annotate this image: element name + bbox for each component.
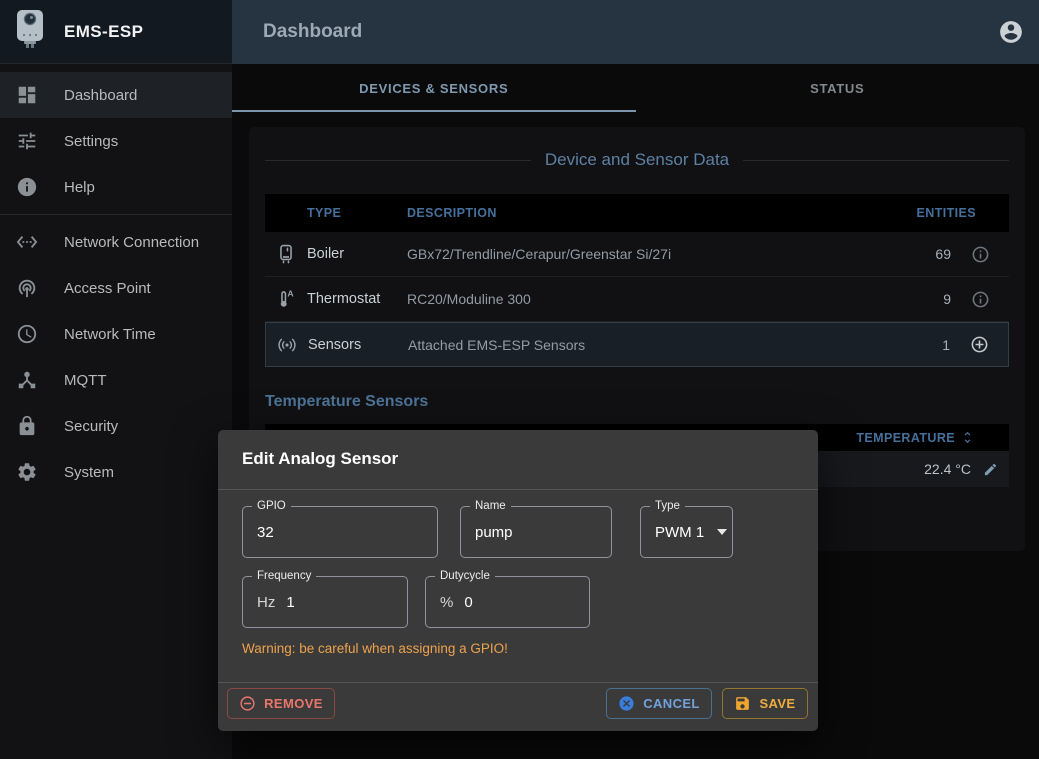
table-row-sensors[interactable]: Sensors Attached EMS-ESP Sensors 1 [265, 322, 1009, 367]
frequency-field[interactable]: Frequency Hz 1 [242, 576, 408, 628]
clock-icon [15, 322, 39, 346]
sidebar-header: EMS-ESP [0, 0, 232, 64]
account-circle-icon[interactable] [998, 19, 1024, 45]
sidebar-item-security[interactable]: Security [0, 403, 232, 449]
dialog-title: Edit Analog Sensor [242, 449, 398, 469]
dialog-footer-divider [218, 682, 818, 683]
sidebar-item-network-connection[interactable]: Network Connection [0, 219, 232, 265]
gpio-warning-text: Warning: be careful when assigning a GPI… [242, 641, 508, 656]
device-type: Boiler [307, 246, 407, 262]
edit-analog-sensor-dialog: Edit Analog Sensor GPIO 32 Name pump Typ… [218, 430, 818, 731]
device-table: TYPE DESCRIPTION ENTITIES Boiler GB [265, 194, 1009, 367]
device-description: GBx72/Trendline/Cerapur/Greenstar Si/27i [407, 246, 891, 262]
sidebar-divider [0, 214, 232, 215]
tab-devices-sensors[interactable]: DEVICES & SENSORS [232, 64, 636, 112]
section-title-text: Device and Sensor Data [545, 150, 729, 170]
device-entities-count: 9 [891, 291, 951, 307]
lock-icon [15, 414, 39, 438]
temperature-value: 22.4 °C [924, 461, 971, 477]
type-select[interactable]: Type PWM 1 [640, 506, 733, 558]
name-field[interactable]: Name pump [460, 506, 612, 558]
ems-esp-logo-icon [13, 9, 47, 54]
info-icon[interactable] [951, 245, 1009, 264]
device-description: Attached EMS-ESP Sensors [408, 337, 890, 353]
temperature-header-label: TEMPERATURE [856, 431, 955, 445]
sensors-icon [266, 334, 308, 356]
remove-circle-icon [239, 695, 256, 712]
gpio-field-value: 32 [257, 524, 274, 541]
sidebar-item-label: Settings [64, 133, 118, 150]
type-select-value: PWM 1 [655, 524, 704, 541]
frequency-field-value: 1 [286, 594, 294, 611]
device-description: RC20/Moduline 300 [407, 291, 891, 307]
save-button[interactable]: SAVE [722, 688, 808, 719]
sidebar-item-help[interactable]: Help [0, 164, 232, 210]
temperature-sensors-heading: Temperature Sensors [265, 393, 428, 411]
remove-button-label: REMOVE [264, 696, 323, 711]
sidebar-item-network-time[interactable]: Network Time [0, 311, 232, 357]
appbar: Dashboard [232, 0, 1039, 64]
remove-button[interactable]: REMOVE [227, 688, 335, 719]
device-table-header: TYPE DESCRIPTION ENTITIES [265, 194, 1009, 232]
device-entities-count: 69 [891, 246, 951, 262]
page-title: Dashboard [263, 21, 362, 43]
sidebar: EMS-ESP Dashboard Settings Help [0, 0, 232, 759]
tab-status[interactable]: STATUS [636, 64, 1039, 112]
ems-esp-app: EMS-ESP Dashboard Settings Help [0, 0, 1039, 759]
sidebar-item-label: Dashboard [64, 87, 137, 104]
svg-text:A: A [287, 289, 294, 299]
add-circle-icon[interactable] [950, 335, 1008, 354]
col-header-description: DESCRIPTION [407, 206, 891, 220]
device-type: Sensors [308, 337, 408, 353]
sort-icon [960, 430, 975, 445]
sidebar-item-label: Network Connection [64, 234, 199, 251]
sidebar-item-label: System [64, 464, 114, 481]
chevron-down-icon [717, 529, 727, 535]
table-row-boiler[interactable]: Boiler GBx72/Trendline/Cerapur/Greenstar… [265, 232, 1009, 277]
cancel-button-label: CANCEL [643, 696, 700, 711]
frequency-unit-adornment: Hz [257, 594, 275, 611]
thermostat-auto-icon: A [265, 288, 307, 310]
sidebar-item-label: Access Point [64, 280, 151, 297]
sidebar-item-mqtt[interactable]: MQTT [0, 357, 232, 403]
wifi-tethering-icon [15, 276, 39, 300]
info-icon [15, 175, 39, 199]
app-title: EMS-ESP [64, 22, 143, 42]
name-field-value: pump [475, 524, 513, 541]
device-type: Thermostat [307, 291, 407, 307]
sidebar-item-access-point[interactable]: Access Point [0, 265, 232, 311]
sidebar-nav: Dashboard Settings Help Network Connecti [0, 64, 232, 495]
table-row-thermostat[interactable]: A Thermostat RC20/Moduline 300 9 [265, 277, 1009, 322]
cancel-circle-icon [618, 695, 635, 712]
device-hub-icon [15, 368, 39, 392]
sidebar-item-label: Security [64, 418, 118, 435]
ethernet-icon [15, 230, 39, 254]
sidebar-item-label: Network Time [64, 326, 156, 343]
sidebar-item-label: Help [64, 179, 95, 196]
device-entities-count: 1 [890, 337, 950, 353]
col-header-entities: ENTITIES [891, 206, 1009, 220]
col-header-type: TYPE [307, 206, 407, 220]
tune-icon [15, 129, 39, 153]
dutycycle-field-value: 0 [464, 594, 472, 611]
tab-bar: DEVICES & SENSORS STATUS [232, 64, 1039, 112]
sidebar-item-dashboard[interactable]: Dashboard [0, 72, 232, 118]
dutycycle-field[interactable]: Dutycycle % 0 [425, 576, 590, 628]
boiler-icon [265, 243, 307, 265]
gpio-field[interactable]: GPIO 32 [242, 506, 438, 558]
sidebar-item-system[interactable]: System [0, 449, 232, 495]
dashboard-icon [15, 83, 39, 107]
sidebar-item-label: MQTT [64, 372, 107, 389]
info-icon[interactable] [951, 290, 1009, 309]
section-title: Device and Sensor Data [265, 150, 1009, 170]
save-floppy-icon [734, 695, 751, 712]
cancel-button[interactable]: CANCEL [606, 688, 712, 719]
save-button-label: SAVE [759, 696, 795, 711]
dutycycle-unit-adornment: % [440, 594, 453, 611]
dialog-divider [218, 489, 818, 490]
edit-pencil-icon[interactable] [983, 462, 998, 477]
gear-icon [15, 460, 39, 484]
sidebar-item-settings[interactable]: Settings [0, 118, 232, 164]
